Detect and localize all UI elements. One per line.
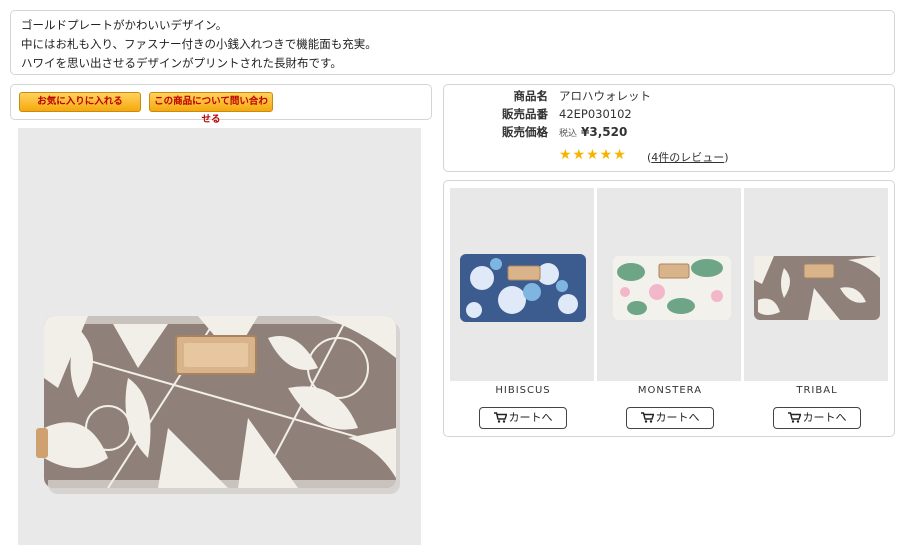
variant-name: TRIBAL: [796, 385, 838, 396]
add-to-cart-button[interactable]: カートへ: [479, 407, 567, 429]
hibiscus-wallet-photo: [450, 188, 594, 381]
add-to-favorites-button[interactable]: お気に入りに入れる: [19, 92, 141, 112]
variant-image[interactable]: [450, 188, 594, 381]
add-to-cart-button[interactable]: カートへ: [773, 407, 861, 429]
colon: ：: [538, 125, 550, 139]
colon: ：: [538, 89, 550, 103]
description-line: ゴールドプレートがかわいいデザイン。: [21, 18, 228, 32]
rating-stars: ★★★★★: [559, 147, 627, 163]
action-bar: お気に入りに入れる この商品について問い合わせる: [10, 84, 432, 125]
product-name: アロハウォレット: [559, 89, 651, 103]
add-to-cart-label: カートへ: [508, 411, 553, 424]
monstera-wallet-photo: [597, 188, 741, 381]
main-product-image[interactable]: [18, 128, 421, 545]
variant-name: MONSTERA: [637, 385, 703, 396]
variant-monstera: MONSTERA カートへ: [597, 188, 743, 429]
tribal-wallet-photo: [18, 128, 421, 545]
add-to-cart-button[interactable]: カートへ: [626, 407, 714, 429]
description-line: ハワイを思い出させるデザインがプリントされた長財布です。: [21, 56, 342, 70]
cart-icon: [787, 412, 801, 423]
variant-hibiscus: HIBISCUS カートへ: [450, 188, 596, 429]
add-to-cart-label: カートへ: [802, 411, 847, 424]
variant-image[interactable]: [744, 188, 888, 381]
variant-tribal: TRIBAL カートへ: [744, 188, 890, 429]
product-price-row: 販売価格 ： 税込 ¥3,520: [444, 123, 894, 141]
tax-label: 税込: [559, 129, 578, 139]
variant-name: HIBISCUS: [495, 385, 551, 396]
review-link[interactable]: (4件のレビュー): [647, 149, 729, 165]
variant-panel: HIBISCUS カートへ MONSTERA カートへ TRIBAL カートへ: [443, 180, 895, 437]
product-price: ¥3,520: [581, 125, 628, 139]
description-line: 中にはお札も入り、ファスナー付きの小銭入れつきで機能面も充実。: [21, 37, 377, 51]
variant-image[interactable]: [597, 188, 741, 381]
tribal-wallet-small-photo: [744, 188, 888, 381]
review-link-text[interactable]: 4件のレビュー: [651, 151, 724, 164]
product-code: 42EP030102: [559, 107, 632, 121]
cart-icon: [493, 412, 507, 423]
add-to-cart-label: カートへ: [655, 411, 700, 424]
product-description: ゴールドプレートがかわいいデザイン。 中にはお札も入り、ファスナー付きの小銭入れ…: [10, 10, 895, 75]
colon: ：: [538, 107, 550, 121]
product-code-row: 販売品番 ： 42EP030102: [444, 105, 894, 123]
cart-icon: [640, 412, 654, 423]
product-name-row: 商品名 ： アロハウォレット: [444, 87, 894, 105]
product-inquiry-button[interactable]: この商品について問い合わせる: [149, 92, 273, 125]
product-info: 商品名 ： アロハウォレット 販売品番 ： 42EP030102 販売価格 ： …: [443, 84, 895, 172]
price-value-group: 税込 ¥3,520: [559, 123, 627, 143]
